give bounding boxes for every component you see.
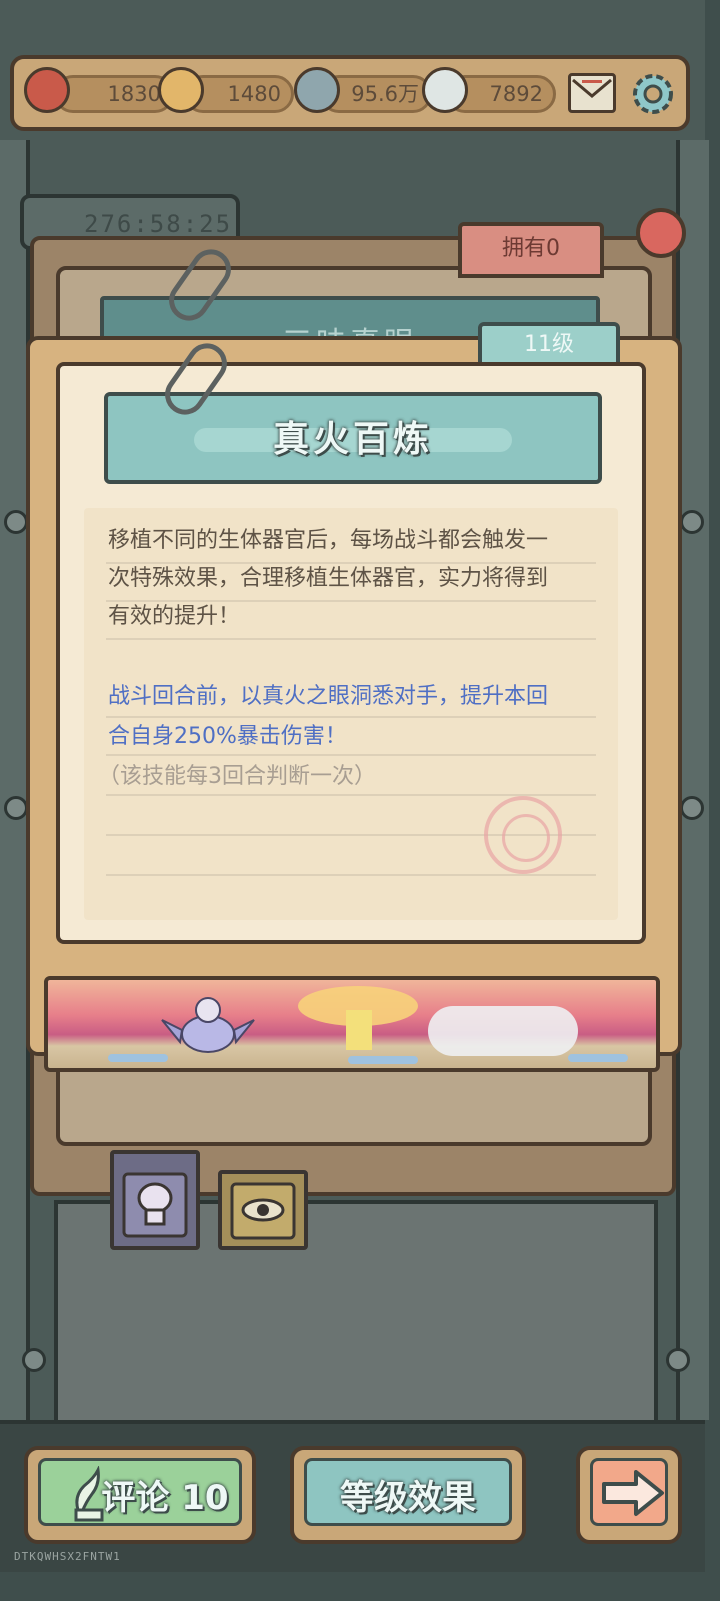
arrow-right-icon <box>602 1470 664 1516</box>
resource-value: 1830 <box>107 82 161 106</box>
description-line: 有效的提升！ <box>108 604 241 629</box>
comment-button[interactable]: 评论 10 <box>24 1446 256 1544</box>
resource-value: 1480 <box>227 82 281 106</box>
resource-value: 7892 <box>489 82 543 106</box>
ruled-line <box>106 638 596 640</box>
stamp-seal <box>484 796 562 874</box>
gear-icon[interactable] <box>628 69 678 119</box>
creature-sprite <box>161 997 255 1053</box>
bolt <box>4 796 28 820</box>
level-label: 11级 <box>524 332 574 357</box>
ghost-icon <box>294 67 340 113</box>
comment-label: 评论 10 <box>101 1478 229 1518</box>
bolt <box>22 1348 46 1372</box>
effect-line: 战斗回合前，以真火之眼洞悉对手，提升本回 <box>108 684 549 709</box>
heart-icon <box>24 67 70 113</box>
ruled-line <box>106 874 596 876</box>
scene-beam <box>346 1010 372 1050</box>
bolt <box>666 1348 690 1372</box>
owned-label: 拥有0 <box>502 236 560 261</box>
timer-text: 276:58:25 <box>84 210 233 238</box>
description-line: 移植不同的生体器官后，每场战斗都会触发一 <box>108 528 549 553</box>
wing-icon <box>158 67 204 113</box>
tab-brain[interactable] <box>110 1150 200 1250</box>
scene-puddle <box>108 1054 168 1062</box>
smoke-cloud <box>428 1006 578 1056</box>
build-code: DTKQWHSX2FNTW1 <box>14 1550 121 1563</box>
brain-icon <box>122 1172 188 1238</box>
effect-line: 合自身250%暴击伤害！ <box>108 724 347 749</box>
level-effect-button[interactable]: 等级效果 <box>290 1446 526 1544</box>
tab-eye[interactable] <box>218 1170 308 1250</box>
speech-bubble-icon <box>422 67 468 113</box>
scene-puddle <box>348 1056 418 1064</box>
alarm-light <box>636 208 686 258</box>
resource-value: 95.6万 <box>351 82 419 106</box>
mail-icon[interactable] <box>568 73 616 113</box>
resource-slot-heart: 1830 <box>54 75 174 113</box>
eye-icon <box>230 1182 296 1240</box>
description-line: 次特殊效果，合理移植生体器官，实力将得到 <box>108 566 549 591</box>
bolt <box>680 510 704 534</box>
bolt <box>680 796 704 820</box>
next-button[interactable] <box>576 1446 682 1544</box>
skill-title: 真火百炼 <box>272 419 433 460</box>
level-effect-label: 等级效果 <box>340 1478 476 1518</box>
skill-animation-scene <box>44 976 660 1072</box>
resource-bar: 1830 1480 95.6万 7892 <box>10 55 690 131</box>
scene-puddle <box>568 1054 628 1062</box>
owned-badge: 拥有0 <box>458 222 604 278</box>
bolt <box>4 510 28 534</box>
skill-note: （该技能每3回合判断一次） <box>98 764 376 789</box>
